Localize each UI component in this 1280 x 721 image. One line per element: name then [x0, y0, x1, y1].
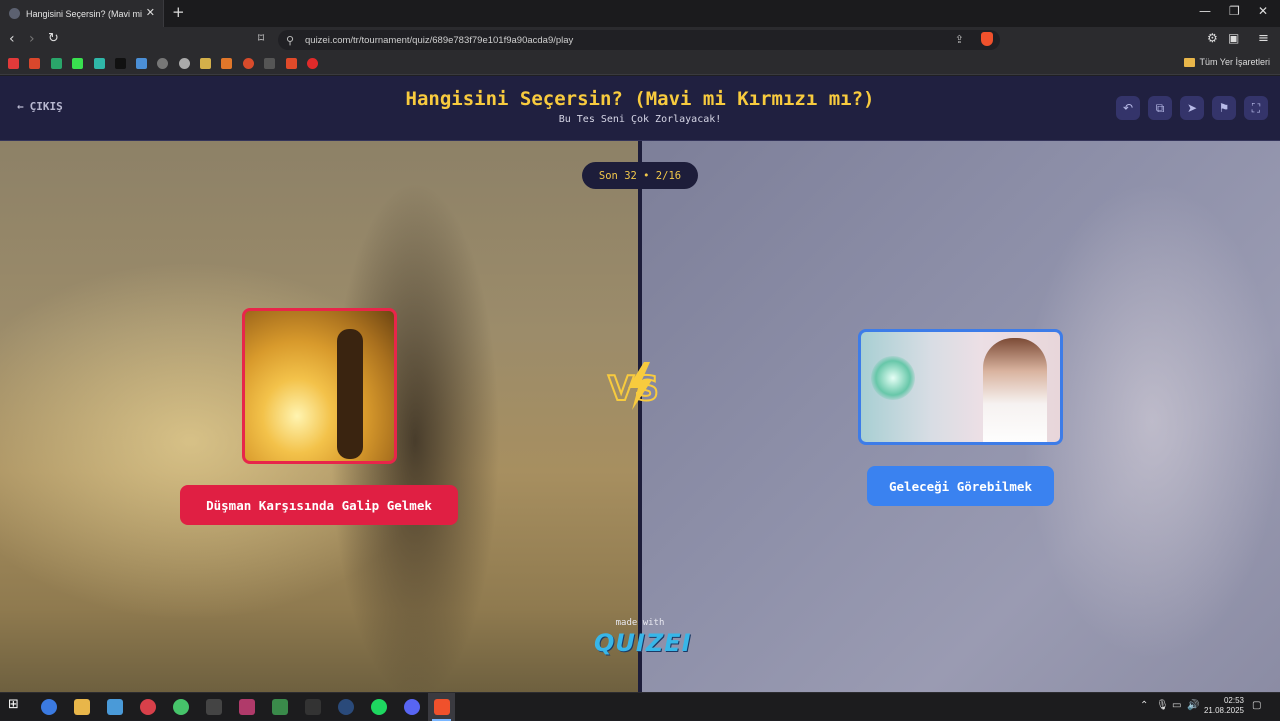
epic-games-icon[interactable]: [305, 699, 321, 715]
tray-chevron-icon[interactable]: ⌃: [1140, 700, 1148, 711]
at-icon[interactable]: [157, 58, 168, 69]
extensions-icon[interactable]: ⚙: [1207, 31, 1218, 45]
share-icon[interactable]: ⇪: [955, 33, 964, 46]
utorrent-icon[interactable]: [173, 699, 189, 715]
vortex-icon[interactable]: [239, 699, 255, 715]
steam-icon[interactable]: [338, 699, 354, 715]
reload-icon[interactable]: ↻: [48, 31, 59, 46]
spotify-icon[interactable]: [371, 699, 387, 715]
close-tab-icon[interactable]: ✕: [146, 6, 155, 19]
clock-date: 21.08.2025: [1203, 706, 1244, 715]
app-red-icon[interactable]: [140, 699, 156, 715]
folder-icon: [1184, 57, 1196, 67]
undo-button[interactable]: ↶: [1116, 96, 1140, 120]
window-close-icon[interactable]: ✕: [1258, 4, 1268, 18]
wallet-icon[interactable]: ▣: [1228, 31, 1239, 45]
tab-strip: Hangisini Seçersin? (Mavi mi Kırmı ✕ + —…: [0, 0, 1280, 27]
send-icon: ➤: [1186, 101, 1198, 115]
report-button[interactable]: ⚑: [1212, 96, 1236, 120]
quiz-header: ← ÇIKIŞ Hangisini Seçersin? (Mavi mi Kır…: [0, 76, 1280, 141]
shop-icon[interactable]: [243, 58, 254, 69]
vs-lightning-icon: VS: [607, 362, 660, 410]
windows-start-icon[interactable]: ⊞: [8, 697, 24, 713]
restore-icon[interactable]: ❐: [1229, 4, 1240, 18]
menu-icon[interactable]: ≡: [1258, 31, 1269, 46]
web-icon[interactable]: [286, 58, 297, 69]
fullscreen-icon: ⛶: [1251, 100, 1261, 115]
terminal-icon[interactable]: [115, 58, 126, 69]
undo-icon: ↶: [1122, 101, 1134, 115]
tab-title: Hangisini Seçersin? (Mavi mi Kırmı: [26, 8, 144, 19]
brave-browser-icon[interactable]: [434, 699, 450, 715]
youtube-icon[interactable]: [8, 58, 19, 69]
bookmarks-bar: Tüm Yer İşaretleri: [0, 53, 1280, 75]
woman-figure: [983, 338, 1047, 442]
quizei-logo[interactable]: QUIZEI: [594, 629, 691, 657]
navigation-bar: ‹ › ↻ ⌑ ⚲ quizei.com/tr/tournament/quiz/…: [0, 27, 1280, 53]
brave-shields-icon[interactable]: [981, 32, 993, 46]
network-icon[interactable]: ▭: [1172, 700, 1181, 711]
back-icon[interactable]: ‹: [9, 31, 15, 47]
right-option-button[interactable]: Geleceği Görebilmek: [867, 466, 1054, 506]
app-icon[interactable]: [200, 58, 211, 69]
discord-icon[interactable]: [404, 699, 420, 715]
youtube-icon-2[interactable]: [307, 58, 318, 69]
cg-icon[interactable]: [51, 58, 62, 69]
new-tab-icon[interactable]: +: [172, 3, 185, 21]
address-bar[interactable]: ⚲ quizei.com/tr/tournament/quiz/689e783f…: [278, 30, 1000, 50]
file-explorer-icon[interactable]: [74, 699, 90, 715]
bookmark-page-icon[interactable]: ⌑: [258, 31, 264, 45]
system-clock[interactable]: 02:53 21.08.2025: [1204, 696, 1244, 716]
hb-icon[interactable]: [221, 58, 232, 69]
site-favicon-icon: [9, 8, 20, 19]
flag-icon: ⚑: [1218, 101, 1230, 115]
clock-time: 02:53: [1223, 696, 1244, 705]
hologram: [871, 356, 915, 400]
chart-app-icon[interactable]: [272, 699, 288, 715]
microphone-icon[interactable]: 🎙: [1156, 700, 1169, 711]
quiz-subtitle: Bu Tes Seni Çok Zorlayacak!: [558, 114, 722, 125]
browser-tab[interactable]: Hangisini Seçersin? (Mavi mi Kırmı ✕: [0, 0, 164, 27]
forward-icon[interactable]: ›: [29, 31, 35, 47]
share-button[interactable]: ➤: [1180, 96, 1204, 120]
grid-icon[interactable]: [136, 58, 147, 69]
minimize-icon[interactable]: —: [1199, 4, 1211, 18]
page-content: ← ÇIKIŞ Hangisini Seçersin? (Mavi mi Kır…: [0, 76, 1280, 692]
taskbar: ⊞ ⌃ 🎙 ▭ 🔊 02:53 21.08.2025 ▢: [0, 692, 1280, 721]
url-text: quizei.com/tr/tournament/quiz/689e783f79…: [305, 34, 574, 46]
target-icon[interactable]: [179, 58, 190, 69]
link-button[interactable]: ⧉: [1148, 96, 1172, 120]
right-option-image[interactable]: [858, 329, 1063, 445]
link-icon: ⧉: [1155, 100, 1165, 115]
person-silhouette: [337, 329, 363, 459]
round-indicator: Son 32 • 2/16: [582, 162, 698, 189]
bookmark-icon[interactable]: [94, 58, 105, 69]
w-icon[interactable]: [264, 58, 275, 69]
center-divider: [638, 141, 642, 692]
left-option-image[interactable]: [242, 308, 397, 464]
all-bookmarks-folder[interactable]: Tüm Yer İşaretleri: [1184, 57, 1270, 67]
volume-icon[interactable]: 🔊: [1187, 700, 1199, 711]
quiz-title: Hangisini Seçersin? (Mavi mi Kırmızı mı?…: [405, 88, 875, 110]
left-option-button[interactable]: Düşman Karşısında Galip Gelmek: [180, 485, 458, 525]
unity-icon[interactable]: [206, 699, 222, 715]
gmail-icon[interactable]: [29, 58, 40, 69]
kick-icon[interactable]: [72, 58, 83, 69]
svg-text:VS: VS: [608, 369, 659, 409]
notifications-icon[interactable]: ▢: [1252, 700, 1261, 711]
bookmarks-folder-label: Tüm Yer İşaretleri: [1199, 57, 1270, 67]
site-info-icon[interactable]: ⚲: [286, 34, 294, 47]
made-with-label: made with: [615, 618, 665, 628]
fullscreen-button[interactable]: ⛶: [1244, 96, 1268, 120]
app-launcher-icon[interactable]: [41, 699, 57, 715]
store-icon[interactable]: [107, 699, 123, 715]
